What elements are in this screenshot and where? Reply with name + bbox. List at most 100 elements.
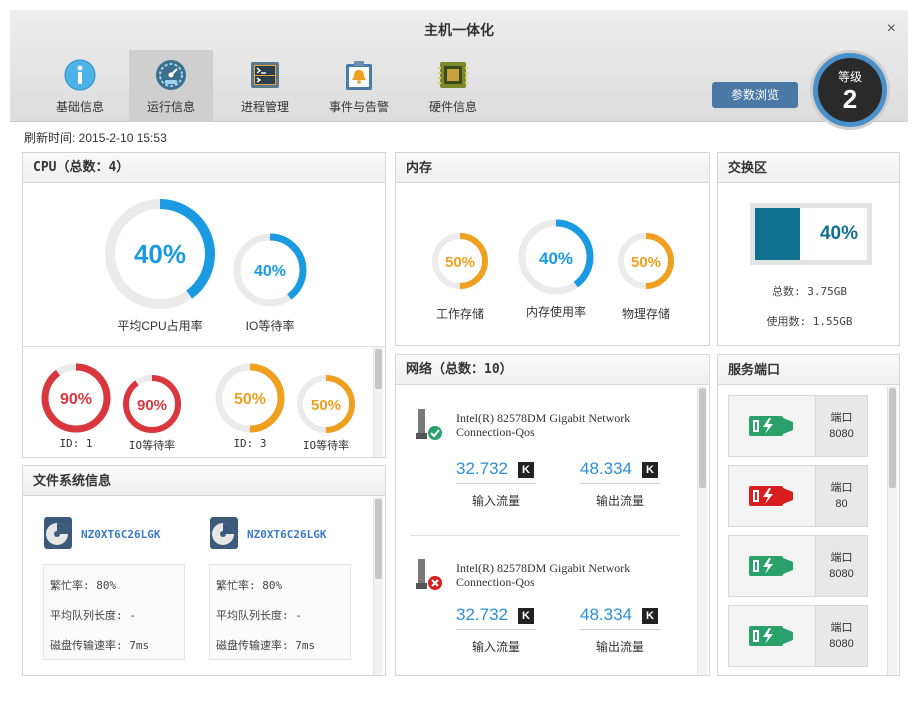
swap-total: 总数: 3.75GB [772,285,847,298]
adapter-2-name-line1: Intel(R) 82578DM Gigabit Network [456,561,631,575]
alarm-bell-icon [346,61,372,90]
adapter-1-out-value: 48.334 [580,459,632,478]
network-panel: 网络（总数：10） Intel(R) 82578DM Gigabit Netwo… [395,354,710,676]
core-3-io-label: IO等待率 [302,439,350,452]
adapter-1-out-label: 输出流量 [595,494,644,508]
network-panel-title: 网络（总数：10） [396,355,709,385]
tab-label: 基础信息 [55,100,104,114]
core-1-io-gauge: 90% [123,375,181,433]
divider [410,535,680,536]
disk-2-name[interactable]: NZ0XT6C26LGK [247,528,326,541]
header-toolbar: 主机一体化 × 基础信息 运行信息 进程管理 事件与告警 硬件信息 参数浏览 等… [10,10,908,127]
scroll-thumb[interactable] [699,388,706,488]
terminal-icon [251,62,279,88]
filesystem-scrollbar[interactable] [373,497,383,675]
core-1-gauge: 90% [41,363,111,433]
core-1-text: 90% [60,391,92,408]
tab-basic-info[interactable]: 基础信息 [38,50,122,122]
refresh-time: 刷新时间: 2015-2-10 15:53 [24,131,167,145]
disk-1-stats: 繁忙率: 80% 平均队列长度: - 磁盘传输速率: 7ms [43,564,185,660]
tab-events-alarms[interactable]: 事件与告警 [317,50,401,122]
disk-icon [210,517,238,549]
tab-label: 硬件信息 [428,100,477,114]
network-scrollbar[interactable] [697,386,707,675]
tab-label: 运行信息 [146,100,195,114]
app-window: 主机一体化 × 基础信息 运行信息 进程管理 事件与告警 硬件信息 参数浏览 等… [10,10,908,700]
adapter-2-out-unit: K [642,608,658,624]
scroll-thumb[interactable] [375,349,382,389]
core-3-gauge: 50% [215,363,285,433]
port-label: 端口 [830,482,853,494]
disk-icon [44,517,72,549]
scroll-thumb[interactable] [375,499,382,579]
divider [456,629,536,630]
disk-1-queue: 平均队列长度: - [50,609,136,622]
memory-usage-label: 内存使用率 [525,305,586,319]
swap-percent: 40% [819,223,859,244]
cpu-panel: CPU（总数：4） 40% 平均CPU占用率 40% IO等待率 90% ID:… [22,152,386,458]
adapter-1-in-unit: K [518,462,534,478]
tab-process-management[interactable]: 进程管理 [223,50,307,122]
usb-plug-icon [749,626,793,646]
adapter-2-name-line2: Connection-Qos [456,575,535,589]
cpu-scrollbar[interactable] [373,347,383,457]
cpu-io-label: IO等待率 [245,319,295,333]
cpu-avg-gauge: 40% [105,199,215,309]
physical-storage-text: 50% [631,254,661,271]
ports-panel: 服务端口 端口 8080 端口 80 端口 8080 端口 8080 [717,354,900,676]
close-icon[interactable]: × [887,20,896,38]
port-number: 8080 [829,568,854,580]
port-label: 端口 [830,622,853,634]
ports-scrollbar[interactable] [887,386,897,675]
port-card[interactable]: 端口 8080 [728,535,868,597]
port-card[interactable]: 端口 8080 [728,605,868,667]
swap-panel: 交换区 40% 总数: 3.75GB 使用数: 1.55GB [717,152,900,346]
port-number: 80 [835,498,848,510]
core-3-io-text: 50% [311,397,341,414]
scroll-thumb[interactable] [889,388,896,488]
port-number: 8080 [829,428,854,440]
work-storage-gauge: 50% [432,233,488,289]
adapter-2-out-label: 输出流量 [595,640,644,654]
cpu-avg-label: 平均CPU占用率 [117,319,203,333]
port-text: 端口 80 [815,466,867,526]
port-text: 端口 8080 [815,536,867,596]
port-card[interactable]: 端口 80 [728,465,868,527]
work-storage-label: 工作存储 [435,307,484,321]
disk-1-speed: 磁盘传输速率: 7ms [50,639,150,652]
physical-storage-gauge: 50% [618,233,674,289]
cpu-avg-text: 40% [134,239,186,269]
disk-2-speed: 磁盘传输速率: 7ms [216,639,316,652]
network-error-icon [416,559,442,590]
memory-panel-title: 内存 [396,153,709,183]
divider [580,629,660,630]
cpu-panel-title: CPU（总数：4） [23,153,385,183]
core-3-label: ID: 3 [233,437,267,450]
port-text: 端口 8080 [815,396,867,456]
adapter-2-in-value: 32.732 [456,605,508,624]
disk-1-name[interactable]: NZ0XT6C26LGK [81,528,160,541]
port-card[interactable]: 端口 8080 [728,395,868,457]
core-1-io-text: 90% [137,397,167,414]
speedometer-icon [156,60,186,90]
grade-label: 等级 [837,70,862,84]
core-3-io-gauge: 50% [297,375,355,433]
grade-badge: 等级 2 [813,53,887,127]
core-3-text: 50% [234,391,266,408]
memory-panel: 内存 50% 工作存储 40% 内存使用率 50% 物理存储 [395,152,710,346]
tab-label: 事件与告警 [328,100,389,114]
tab-runtime-info[interactable]: 运行信息 [129,50,213,122]
params-browse-button[interactable]: 参数浏览 [712,82,798,108]
divider [456,483,536,484]
window-title: 主机一体化 [424,22,494,38]
disk-2-stats: 繁忙率: 80% 平均队列长度: - 磁盘传输速率: 7ms [209,564,351,660]
work-storage-text: 50% [445,254,475,271]
info-icon [64,59,96,91]
adapter-1-in-label: 输入流量 [471,494,520,508]
adapter-1-name-line2: Connection-Qos [456,425,535,439]
adapter-2-in-unit: K [518,608,534,624]
disk-2-queue: 平均队列长度: - [216,609,302,622]
usb-plug-icon [749,556,793,576]
filesystem-panel-title: 文件系统信息 [23,466,385,496]
tab-hardware-info[interactable]: 硬件信息 [411,50,495,122]
